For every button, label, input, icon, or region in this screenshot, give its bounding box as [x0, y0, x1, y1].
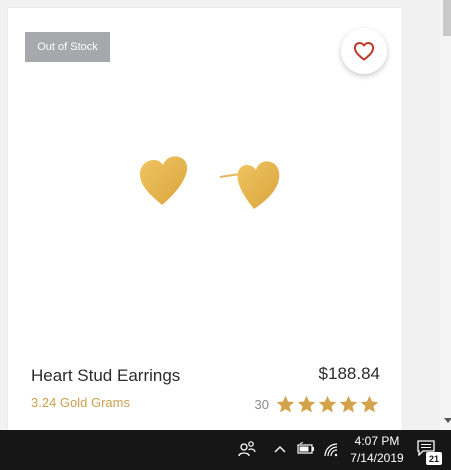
star-icon — [276, 395, 295, 413]
taskbar-clock[interactable]: 4:07 PM 7/14/2019 — [337, 433, 417, 467]
scroll-down-arrow[interactable] — [444, 418, 451, 423]
chevron-up-icon[interactable] — [273, 443, 287, 455]
people-icon[interactable] — [238, 440, 256, 458]
star-icon — [318, 395, 337, 413]
clock-date: 7/14/2019 — [350, 451, 404, 465]
out-of-stock-badge: Out of Stock — [25, 32, 110, 62]
right-earring — [237, 161, 280, 209]
scrollbar-thumb[interactable] — [443, 0, 451, 36]
rating: 30 — [255, 394, 380, 415]
product-name[interactable]: Heart Stud Earrings — [31, 366, 180, 386]
scrollbar-track[interactable] — [440, 0, 451, 430]
heart-outline-icon — [353, 42, 375, 61]
product-image[interactable] — [128, 143, 293, 218]
gold-weight: 3.24 Gold Grams — [31, 395, 130, 410]
notification-count-badge: 21 — [426, 452, 442, 465]
product-price: $188.84 — [318, 364, 380, 383]
battery-icon[interactable] — [297, 442, 315, 456]
left-earring — [140, 156, 188, 205]
star-icon — [339, 395, 358, 413]
favorite-button[interactable] — [341, 28, 387, 74]
star-icon — [360, 395, 379, 413]
review-count: 30 — [254, 397, 269, 412]
product-card[interactable]: Out of Stock Heart Stud Earrings $188.84… — [8, 8, 402, 430]
star-icon — [297, 395, 316, 413]
earring-post — [219, 173, 241, 178]
clock-time: 4:07 PM — [354, 434, 400, 448]
